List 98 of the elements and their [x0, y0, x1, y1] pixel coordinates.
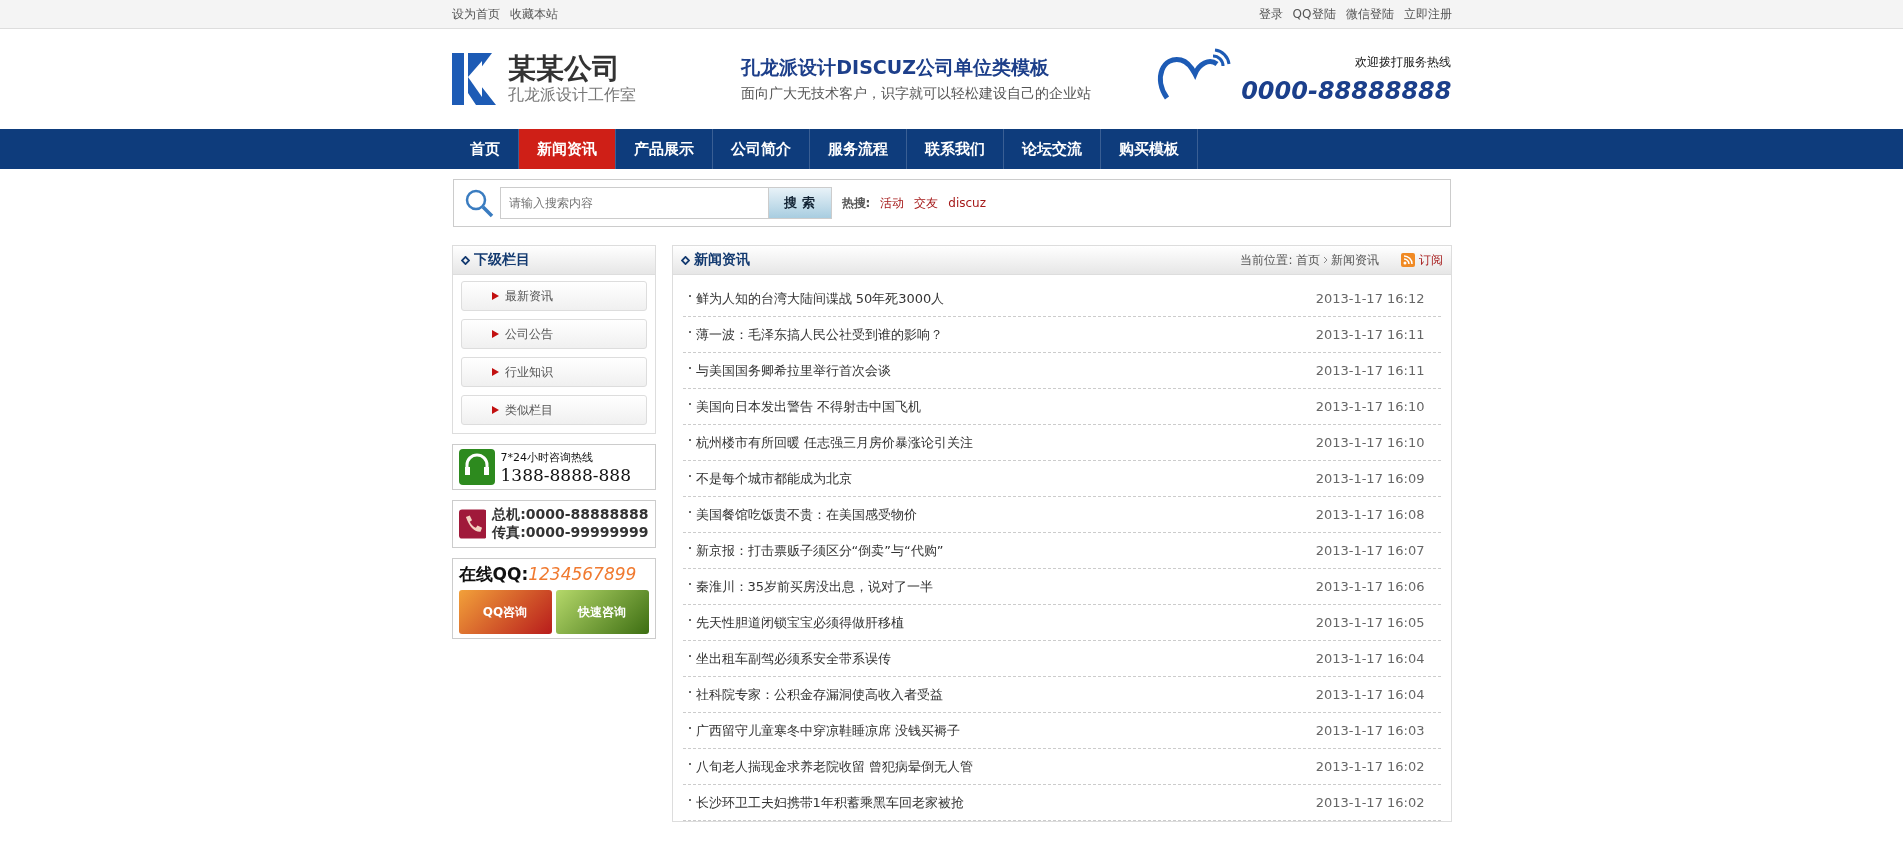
slogan-subtitle: 面向广大无技术客户，识字就可以轻松建设自己的企业站: [741, 85, 1092, 103]
news-link[interactable]: 八旬老人揣现金求养老院收留 曾犯病晕倒无人管: [695, 757, 973, 776]
chevron-icon: [491, 406, 499, 414]
subcategory-link[interactable]: 行业知识: [460, 357, 647, 387]
subcategory-link[interactable]: 类似栏目: [460, 395, 647, 425]
bullet-icon: [688, 618, 691, 621]
chevron-icon: [1322, 256, 1328, 264]
top-link[interactable]: QQ登陆: [1292, 5, 1336, 23]
nav-tab[interactable]: 公司简介: [712, 129, 810, 169]
news-time: 2013-1-17 16:11: [1315, 363, 1425, 378]
rss-icon: [1400, 253, 1415, 267]
news-link[interactable]: 新京报：打击票贩子须区分“倒卖”与“代购”: [695, 541, 944, 560]
news-time: 2013-1-17 16:02: [1315, 795, 1425, 810]
news-link[interactable]: 长沙环卫工夫妇携带1年积蓄乘黑车回老家被抢: [695, 793, 964, 812]
subscribe-link[interactable]: 订阅: [1400, 251, 1443, 269]
subcategory-link[interactable]: 公司公告: [460, 319, 647, 349]
news-time: 2013-1-17 16:06: [1315, 579, 1425, 594]
breadcrumb-link[interactable]: 新闻资讯: [1330, 251, 1379, 269]
search-field[interactable]: 请输入搜索内容: [499, 187, 768, 219]
bullet-icon: [688, 690, 691, 693]
hot-search-link[interactable]: discuz: [948, 196, 987, 210]
qq-number: 1234567899: [528, 564, 637, 584]
nav-tab[interactable]: 服务流程: [809, 129, 907, 169]
nav-tab[interactable]: 产品展示: [615, 129, 713, 169]
chevron-icon: [491, 368, 499, 376]
subcategory-link[interactable]: 最新资讯: [460, 281, 647, 311]
slogan-title: 孔龙派设计DISCUZ公司单位类模板: [741, 55, 1050, 80]
search-icon: [463, 188, 494, 218]
chevron-icon: [491, 330, 499, 338]
news-link[interactable]: 先天性胆道闭锁宝宝必须得做肝移植: [695, 613, 904, 632]
news-link[interactable]: 不是每个城市都能成为北京: [695, 469, 852, 488]
qq-chat-button[interactable]: QQ咨询: [458, 590, 552, 634]
news-time: 2013-1-17 16:11: [1315, 327, 1425, 342]
top-link[interactable]: 微信登陆: [1345, 5, 1394, 23]
bullet-icon: [688, 474, 691, 477]
company-name: 某某公司: [507, 52, 621, 85]
news-time: 2013-1-17 16:09: [1315, 471, 1425, 486]
hot-search-link[interactable]: 交友: [914, 194, 939, 212]
bullet-icon: [688, 294, 691, 297]
breadcrumb-link[interactable]: 首页: [1295, 251, 1320, 269]
panel-title: 新闻资讯: [693, 251, 750, 269]
panel-title: 下级栏目: [473, 251, 530, 269]
news-time: 2013-1-17 16:04: [1315, 687, 1425, 702]
hotline-phone: 1388-8888-888: [500, 464, 631, 485]
nav-tab[interactable]: 购买模板: [1100, 129, 1198, 169]
diamond-icon: [680, 255, 690, 265]
diamond-icon: [460, 255, 470, 265]
contact-number: 传真:0000-99999999: [492, 524, 649, 542]
news-time: 2013-1-17 16:10: [1315, 399, 1425, 414]
chevron-icon: [491, 292, 499, 300]
hot-search-link[interactable]: 活动: [880, 194, 905, 212]
news-link[interactable]: 社科院专家：公积金存漏洞使高收入者受益: [695, 685, 943, 704]
news-link[interactable]: 薄一波：毛泽东搞人民公社受到谁的影响？: [695, 325, 943, 344]
news-link[interactable]: 与美国国务卿希拉里举行首次会谈: [695, 361, 891, 380]
news-link[interactable]: 广西留守儿童寒冬中穿凉鞋睡凉席 没钱买褥子: [695, 721, 960, 740]
bullet-icon: [688, 654, 691, 657]
news-time: 2013-1-17 16:04: [1315, 651, 1425, 666]
bullet-icon: [688, 510, 691, 513]
news-time: 2013-1-17 16:03: [1315, 723, 1425, 738]
news-link[interactable]: 秦淮川：35岁前买房没出息，说对了一半: [695, 577, 934, 596]
company-subtitle: 孔龙派设计工作室: [507, 84, 636, 106]
news-time: 2013-1-17 16:10: [1315, 435, 1425, 450]
bullet-icon: [688, 438, 691, 441]
hotline-number: 0000-88888888: [1241, 76, 1452, 105]
bullet-icon: [688, 546, 691, 549]
hotline-label: 欢迎拨打服务热线: [1355, 53, 1452, 71]
top-link[interactable]: 登录: [1258, 5, 1283, 23]
bullet-icon: [688, 366, 691, 369]
top-link[interactable]: 收藏本站: [509, 5, 558, 23]
nav-tab[interactable]: 联系我们: [906, 129, 1004, 169]
news-link[interactable]: 美国餐馆吃饭贵不贵：在美国感受物价: [695, 505, 917, 524]
bullet-icon: [688, 726, 691, 729]
news-link[interactable]: 鲜为人知的台湾大陆间谍战 50年死3000人: [695, 289, 945, 308]
nav-tab[interactable]: 首页: [451, 129, 519, 169]
bullet-icon: [688, 402, 691, 405]
breadcrumb-label: 当前位置:: [1240, 251, 1293, 269]
search-button[interactable]: 搜 索: [767, 187, 832, 219]
news-time: 2013-1-17 16:02: [1315, 759, 1425, 774]
top-link[interactable]: 设为首页: [451, 5, 500, 23]
news-time: 2013-1-17 16:08: [1315, 507, 1425, 522]
nav-tab[interactable]: 论坛交流: [1003, 129, 1101, 169]
hot-search-label: 热搜:: [841, 194, 871, 212]
news-link[interactable]: 美国向日本发出警告 不得射击中国飞机: [695, 397, 921, 416]
news-time: 2013-1-17 16:12: [1315, 291, 1425, 306]
news-time: 2013-1-17 16:05: [1315, 615, 1425, 630]
headset-icon: [458, 449, 495, 485]
qq-label: 在线QQ:: [458, 563, 529, 586]
news-link[interactable]: 坐出租车副驾必须系安全带系误传: [695, 649, 891, 668]
bullet-icon: [688, 330, 691, 333]
news-time: 2013-1-17 16:07: [1315, 543, 1425, 558]
contact-number: 总机:0000-88888888: [492, 506, 649, 524]
bullet-icon: [688, 582, 691, 585]
hotline-caption: 7*24小时咨询热线: [500, 449, 594, 465]
top-link[interactable]: 立即注册: [1403, 5, 1452, 23]
bullet-icon: [688, 762, 691, 765]
bullet-icon: [688, 798, 691, 801]
news-link[interactable]: 杭州楼市有所回暖 任志强三月房价暴涨论引关注: [695, 433, 973, 452]
nav-tab[interactable]: 新闻资讯: [518, 129, 616, 169]
